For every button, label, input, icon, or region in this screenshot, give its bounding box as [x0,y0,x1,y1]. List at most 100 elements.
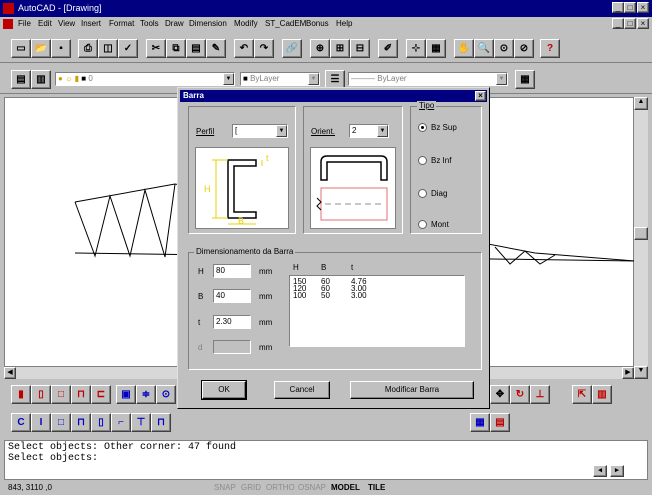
t-profile-icon[interactable]: ⊤ [131,413,151,432]
hyperlink-icon[interactable]: 🔗 [282,39,302,58]
minimize-button[interactable]: _ [612,2,624,13]
radio-label-mont[interactable]: Mont [431,220,449,229]
redo-icon[interactable]: ↷ [254,39,274,58]
perfil-select[interactable]: [ ▼ [232,124,288,138]
command-window[interactable]: Select objects: Other corner: 47 found S… [4,440,648,480]
menu-file[interactable]: File [18,19,31,28]
grid-toggle[interactable]: GRID [241,483,261,492]
zoom-window-icon[interactable]: ⊙ [494,39,514,58]
chevron-down-icon[interactable]: ▼ [223,73,234,85]
doc-restore-button[interactable]: □ [624,18,636,29]
undo-icon[interactable]: ↶ [234,39,254,58]
tracking-icon[interactable]: ⊞ [330,39,350,58]
scroll-right-arrow[interactable]: ▶ [622,367,634,379]
print-icon[interactable]: ⎙ [78,39,98,58]
menu-view[interactable]: View [58,19,75,28]
copy-icon[interactable]: ⧉ [166,39,186,58]
doc-close-button[interactable]: × [637,18,649,29]
export-icon[interactable]: ⇱ [572,385,592,404]
radio-label-bz-sup[interactable]: Bz Sup [431,123,457,132]
scroll-up-arrow[interactable]: ▲ [634,97,648,110]
frame-icon[interactable]: □ [51,385,71,404]
box-profile-icon[interactable]: □ [51,413,71,432]
list-item[interactable]: 150 60 4.76 [293,278,461,286]
orient-select[interactable]: 2 ▼ [349,124,389,138]
d-input[interactable] [213,340,251,354]
vertical-scrollbar[interactable]: ▲ ▼ [634,97,648,379]
new-icon[interactable]: ▭ [11,39,31,58]
align-icon[interactable]: ⊥ [530,385,550,404]
menu-st-cadem[interactable]: ST_CadEM [265,19,306,28]
snap-toggle[interactable]: SNAP [214,483,236,492]
ucs-icon[interactable]: ⊟ [350,39,370,58]
redraw-icon[interactable]: ▦ [426,39,446,58]
cut-icon[interactable]: ✂ [146,39,166,58]
menu-insert[interactable]: Insert [81,19,101,28]
profile-listbox[interactable]: 150 60 4.76 120 60 3.00 100 50 3.00 [289,275,465,347]
search-icon[interactable]: ⊙ [156,385,176,404]
weld-icon[interactable]: ≑ [136,385,156,404]
menu-draw[interactable]: Draw [165,19,184,28]
modificar-barra-button[interactable]: Modificar Barra [350,381,474,399]
match-properties-icon[interactable]: ✎ [206,39,226,58]
report-icon[interactable]: ▥ [592,385,612,404]
scroll-left-arrow[interactable]: ◀ [4,367,16,379]
menu-modify[interactable]: Modify [234,19,258,28]
pencil-icon[interactable]: ✐ [378,39,398,58]
osnap-toggle[interactable]: OSNAP [298,483,326,492]
document-icon[interactable] [3,19,13,29]
move-icon[interactable]: ✥ [490,385,510,404]
assembly-icon[interactable]: ▦ [470,413,490,432]
bracket-icon[interactable]: ⊏ [91,385,111,404]
distance-icon[interactable]: ⊹ [406,39,426,58]
cmd-scroll-right[interactable]: ▶ [610,465,624,477]
paste-icon[interactable]: ▤ [186,39,206,58]
u-profile-icon[interactable]: ⊓ [71,413,91,432]
menu-help[interactable]: Help [336,19,352,28]
tile-toggle[interactable]: TILE [368,483,385,492]
menu-bonus[interactable]: Bonus [306,19,329,28]
double-c-profile-icon[interactable]: ▯ [91,413,111,432]
t-input[interactable]: 2.30 [213,315,251,329]
angle-profile-icon[interactable]: ⌐ [111,413,131,432]
properties-icon[interactable]: ▦ [515,70,535,89]
beam-icon[interactable]: ⊓ [71,385,91,404]
chevron-down-icon[interactable]: ▼ [308,73,319,85]
scroll-down-arrow[interactable]: ▼ [634,366,648,379]
open-icon[interactable]: 📂 [31,39,51,58]
preview-icon[interactable]: ◫ [98,39,118,58]
zoom-previous-icon[interactable]: ⊘ [514,39,534,58]
pdf-icon[interactable]: ▤ [490,413,510,432]
ok-button[interactable]: OK [201,380,247,400]
cancel-button[interactable]: Cancel [274,381,330,399]
radio-mont[interactable] [418,220,427,229]
i-profile-icon[interactable]: I [31,413,51,432]
chevron-down-icon[interactable]: ▼ [377,125,388,137]
radio-bz-sup[interactable] [418,123,427,132]
maximize-button[interactable]: □ [624,2,636,13]
b-input[interactable]: 40 [213,289,251,303]
plate-icon[interactable]: ▣ [116,385,136,404]
spell-icon[interactable]: ✓ [118,39,138,58]
hat-profile-icon[interactable]: ⊓ [151,413,171,432]
layer-combo[interactable]: ● ☼ ▮ ■ 0 ▼ [55,72,235,86]
osnap-icon[interactable]: ⊕ [310,39,330,58]
radio-label-diag[interactable]: Diag [431,189,447,198]
doc-minimize-button[interactable]: _ [612,18,624,29]
c-profile-icon[interactable]: C [11,413,31,432]
ortho-toggle[interactable]: ORTHO [266,483,295,492]
dialog-close-button[interactable]: × [475,91,486,101]
list-item[interactable]: 100 50 3.00 [293,292,461,300]
pan-icon[interactable]: ✋ [454,39,474,58]
save-icon[interactable]: ▪ [51,39,71,58]
chevron-down-icon[interactable]: ▼ [276,125,287,137]
menu-format[interactable]: Format [109,19,134,28]
h-input[interactable]: 80 [213,264,251,278]
linetype-combo[interactable]: ——— ByLayer ▼ [348,72,508,86]
close-button[interactable]: × [637,2,649,13]
radio-label-bz-inf[interactable]: Bz Inf [431,156,451,165]
scroll-thumb[interactable] [634,227,648,240]
menu-dimension[interactable]: Dimension [189,19,227,28]
menu-edit[interactable]: Edit [38,19,52,28]
cmd-scroll-left[interactable]: ◀ [593,465,607,477]
